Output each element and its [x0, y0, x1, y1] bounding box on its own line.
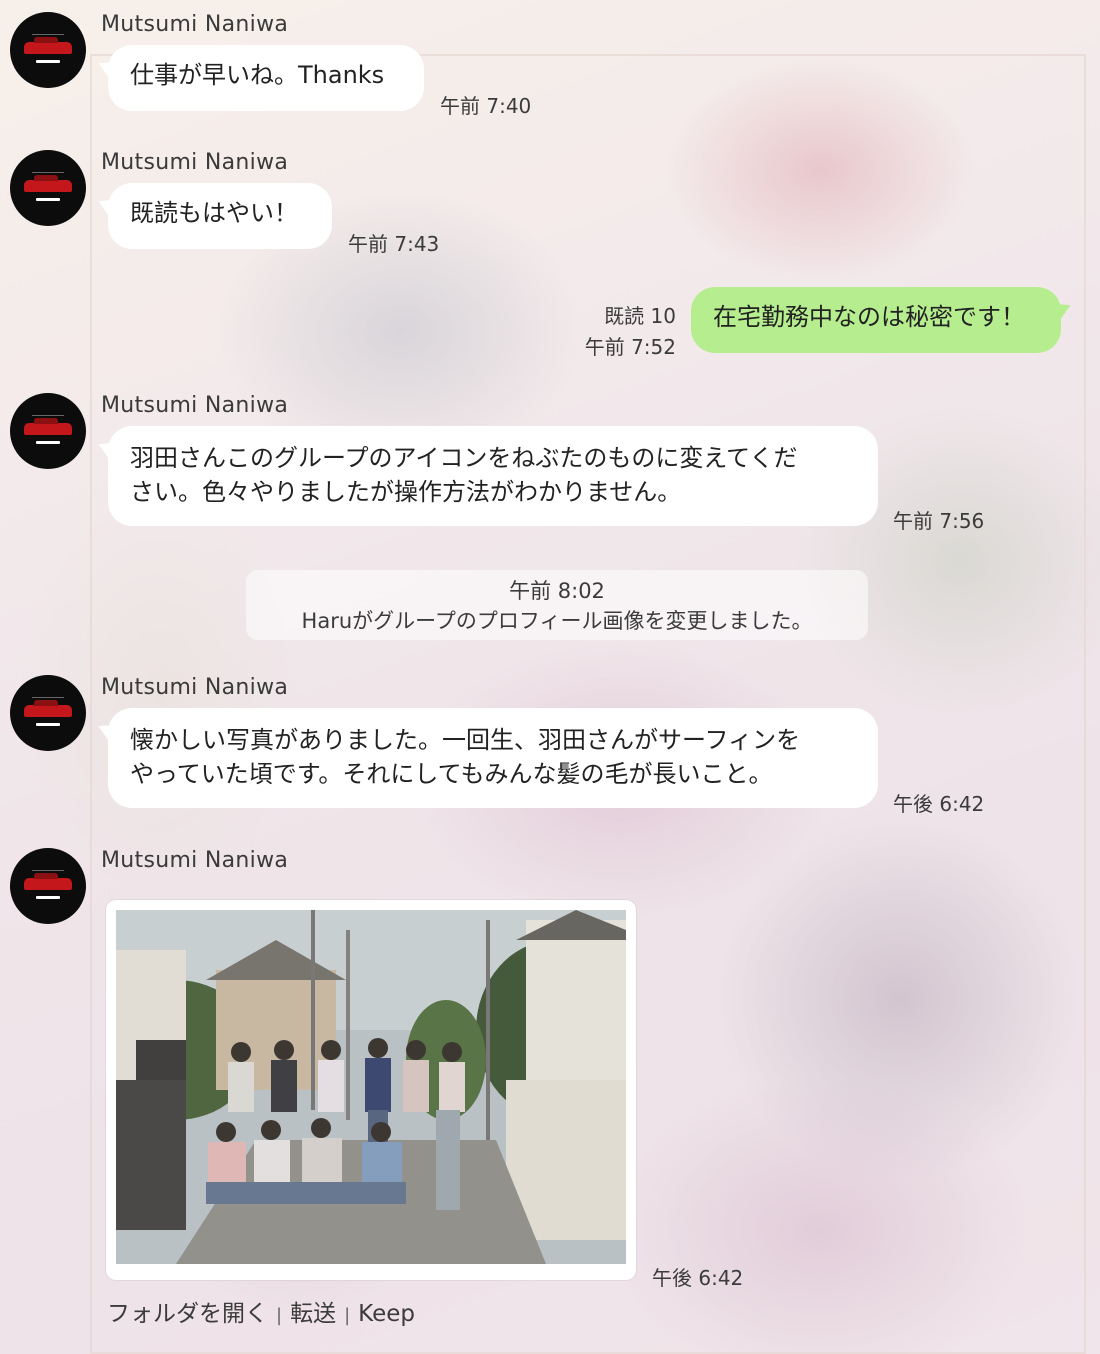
red-car-avatar-icon: [24, 873, 72, 890]
system-notice: 午前 8:02 Haruがグループのプロフィール画像を変更しました。: [246, 570, 868, 640]
message-bubble[interactable]: 仕事が早いね。Thanks: [108, 45, 424, 111]
outgoing-message-bubble[interactable]: 在宅勤務中なのは秘密です！: [691, 287, 1061, 353]
red-car-avatar-icon: [24, 175, 72, 192]
message-time: 午前 7:43: [348, 232, 440, 256]
avatar-badge-icon: [36, 441, 60, 444]
system-notice-text: Haruがグループのプロフィール画像を変更しました。: [301, 609, 813, 633]
sender-name: Mutsumi Naniwa: [101, 393, 289, 418]
system-notice-time: 午前 8:02: [509, 579, 605, 603]
action-separator: |: [344, 1305, 351, 1326]
message-text-line: 懐かしい写真がありました。一回生、羽田さんがサーフィンを: [130, 726, 801, 754]
read-receipt: 既読 10: [604, 304, 676, 328]
photo-message[interactable]: [106, 900, 636, 1280]
message-time: 午前 7:56: [893, 509, 985, 533]
red-car-avatar-icon: [24, 418, 72, 435]
forward-link[interactable]: 転送: [290, 1301, 336, 1327]
group-photo-image: [116, 910, 626, 1264]
avatar-line-icon: [32, 172, 64, 173]
message-time: 午前 7:52: [584, 335, 676, 359]
sender-name: Mutsumi Naniwa: [101, 150, 289, 175]
open-folder-link[interactable]: フォルダを開く: [107, 1301, 268, 1327]
message-text-line: さい。色々やりましたが操作方法がわかりません。: [130, 478, 682, 506]
avatar-badge-icon: [36, 896, 60, 899]
avatar-line-icon: [32, 697, 64, 698]
sender-name: Mutsumi Naniwa: [101, 848, 289, 873]
avatar-badge-icon: [36, 723, 60, 726]
message-bubble[interactable]: 懐かしい写真がありました。一回生、羽田さんがサーフィンを やっていた頃です。それ…: [108, 708, 878, 808]
avatar[interactable]: [10, 675, 86, 751]
sender-name: Mutsumi Naniwa: [101, 675, 289, 700]
red-car-avatar-icon: [24, 37, 72, 54]
message-time: 午前 7:40: [440, 94, 532, 118]
avatar[interactable]: [10, 393, 86, 469]
action-separator: |: [276, 1305, 283, 1326]
avatar-badge-icon: [36, 198, 60, 201]
avatar-line-icon: [32, 870, 64, 871]
keep-link[interactable]: Keep: [358, 1301, 415, 1327]
message-text-line: 羽田さんこのグループのアイコンをねぶたのものに変えてくだ: [130, 444, 798, 472]
message-text: 仕事が早いね。Thanks: [130, 61, 385, 89]
message-bubble[interactable]: 既読もはやい！: [108, 183, 332, 249]
message-bubble[interactable]: 羽田さんこのグループのアイコンをねぶたのものに変えてくだ さい。色々やりましたが…: [108, 426, 878, 526]
message-text: 既読もはやい！: [130, 199, 298, 227]
avatar[interactable]: [10, 12, 86, 88]
sender-name: Mutsumi Naniwa: [101, 12, 289, 37]
message-text: 在宅勤務中なのは秘密です！: [713, 303, 1025, 331]
avatar-line-icon: [32, 415, 64, 416]
avatar-line-icon: [32, 34, 64, 35]
message-time: 午後 6:42: [893, 792, 985, 816]
message-text-line: やっていた頃です。それにしてもみんな髪の毛が長いこと。: [130, 760, 773, 788]
avatar-badge-icon: [36, 60, 60, 63]
message-time: 午後 6:42: [652, 1266, 744, 1290]
image-actions: フォルダを開く | 転送 | Keep: [107, 1294, 415, 1328]
avatar[interactable]: [10, 150, 86, 226]
red-car-avatar-icon: [24, 700, 72, 717]
avatar[interactable]: [10, 848, 86, 924]
